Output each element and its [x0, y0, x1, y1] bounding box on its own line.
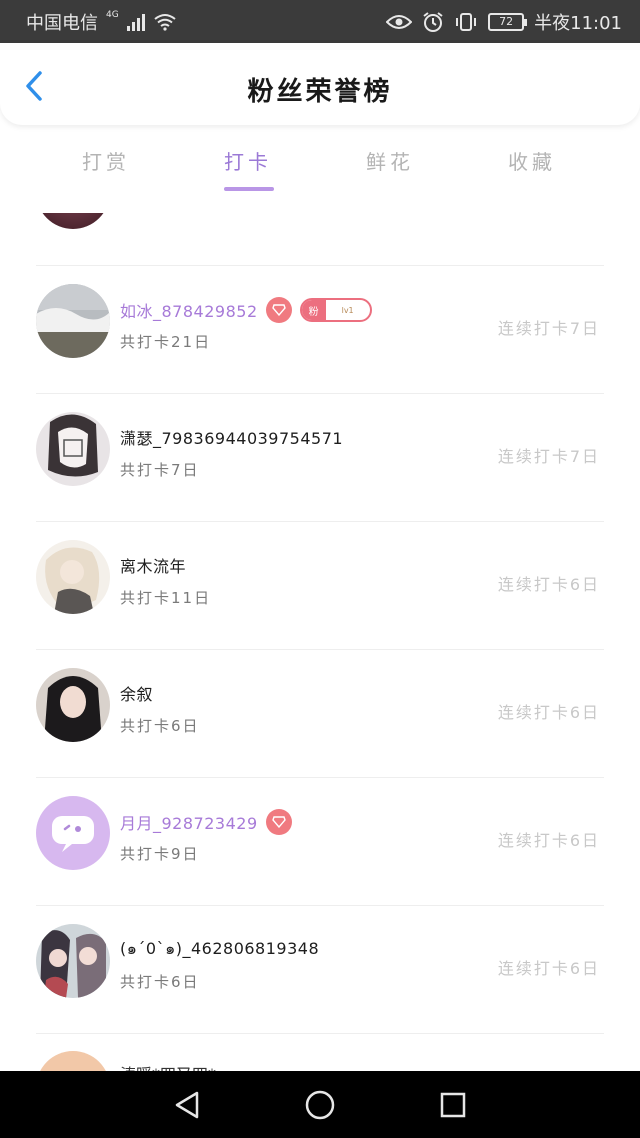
square-recents-icon [441, 1092, 466, 1117]
list-item[interactable]: 月月_928723429 共打卡9日 连续打卡6日 [0, 779, 640, 907]
divider [36, 1033, 604, 1034]
nav-recents-button[interactable] [433, 1085, 473, 1125]
avatar[interactable] [36, 668, 110, 742]
name-line: 潇瑟_79836944039754571 [120, 425, 343, 449]
avatar[interactable] [36, 1051, 110, 1071]
total-checkin: 共打卡21日 [120, 333, 212, 351]
list-item[interactable]: (๑´0`๑)_462806819348 共打卡6日 连续打卡6日 [0, 907, 640, 1035]
avatar[interactable] [36, 540, 110, 614]
divider [36, 521, 604, 522]
avatar[interactable] [36, 412, 110, 486]
tab-flowers[interactable]: 鲜花 [330, 146, 450, 175]
signal-icon [126, 13, 145, 31]
user-name: 如冰_878429852 [120, 302, 258, 321]
divider [36, 905, 604, 906]
wifi-icon [154, 13, 176, 31]
network-label: 4G [106, 9, 119, 20]
eye-icon [386, 14, 413, 29]
user-name: 月月_928723429 [120, 814, 258, 833]
active-tab-indicator [224, 187, 274, 191]
name-line: 离木流年 [120, 553, 186, 577]
tab-reward[interactable]: 打赏 [46, 146, 166, 175]
status-bar: 中国电信 4G 72 半夜11:01 [0, 0, 640, 43]
total-checkin: 共打卡11日 [120, 589, 212, 607]
fan-badge-level: lv1 [341, 305, 354, 315]
name-line: 如冰_878429852 粉 lv1 [120, 297, 372, 323]
divider [36, 393, 604, 394]
streak-label: 连续打卡6日 [497, 575, 600, 594]
user-name: 离木流年 [120, 557, 187, 576]
streak-label: 连续打卡6日 [497, 831, 600, 850]
name-line: 余叙 [120, 681, 153, 705]
avatar[interactable] [36, 284, 110, 358]
user-name: 涛暖*四又四* [120, 1061, 216, 1071]
name-line: (๑´0`๑)_462806819348 [120, 937, 319, 962]
status-right: 72 半夜11:01 [386, 9, 622, 35]
diamond-badge-icon [265, 809, 292, 835]
streak-label: 连续打卡6日 [497, 959, 600, 978]
battery-level: 72 [499, 15, 514, 28]
divider [36, 649, 604, 650]
tab-checkin[interactable]: 打卡 [188, 146, 308, 175]
avatar[interactable] [36, 213, 110, 229]
clock-label: 半夜11:01 [534, 12, 622, 34]
list-item[interactable]: 潇瑟_79836944039754571 共打卡7日 连续打卡7日 [0, 395, 640, 523]
avatar[interactable] [36, 796, 110, 870]
streak-label: 连续打卡7日 [497, 447, 600, 466]
triangle-back-icon [175, 1091, 198, 1118]
total-checkin: 共打卡6日 [120, 973, 200, 991]
list-item[interactable]: 离木流年 共打卡11日 连续打卡6日 [0, 523, 640, 651]
total-checkin: 共打卡7日 [120, 461, 200, 479]
tab-bar: 打赏 打卡 鲜花 收藏 [0, 140, 640, 196]
tab-favorites[interactable]: 收藏 [472, 146, 592, 175]
circle-home-icon [305, 1090, 335, 1119]
user-name: 潇瑟_79836944039754571 [120, 429, 344, 448]
chat-bubble-icon [52, 816, 94, 852]
list-item[interactable]: 余叙 共打卡6日 连续打卡6日 [0, 651, 640, 779]
avatar[interactable] [36, 924, 110, 998]
divider [36, 777, 604, 778]
streak-label: 连续打卡7日 [497, 319, 600, 338]
list-item[interactable]: 如冰_878429852 粉 lv1 共打卡21日 连续打卡7日 [0, 267, 640, 395]
name-line: 月月_928723429 [120, 809, 292, 835]
carrier-label: 中国电信 [26, 12, 98, 34]
alarm-icon [423, 11, 443, 32]
app-header: 粉丝荣誉榜 [0, 43, 640, 125]
user-name: 余叙 [120, 685, 154, 704]
page-title: 粉丝荣誉榜 [247, 77, 393, 107]
status-left: 中国电信 4G [26, 9, 177, 35]
user-name: (๑´0`๑)_462806819348 [120, 939, 320, 958]
nav-home-button[interactable] [300, 1085, 340, 1125]
divider [36, 265, 604, 266]
vibrate-icon [456, 12, 477, 31]
diamond-badge-icon [265, 297, 292, 323]
nav-back-button[interactable] [167, 1085, 207, 1125]
system-nav-bar [0, 1071, 640, 1138]
total-checkin: 共打卡9日 [120, 845, 200, 863]
total-checkin: 共打卡6日 [120, 717, 200, 735]
fan-badge-label: 粉 [301, 300, 326, 320]
battery-icon: 72 [488, 12, 528, 31]
fan-list[interactable]: 如冰_878429852 粉 lv1 共打卡21日 连续打卡7日 潇瑟_7983… [0, 213, 640, 1071]
fan-level-badge: 粉 lv1 [299, 298, 372, 322]
streak-label: 连续打卡6日 [497, 703, 600, 722]
